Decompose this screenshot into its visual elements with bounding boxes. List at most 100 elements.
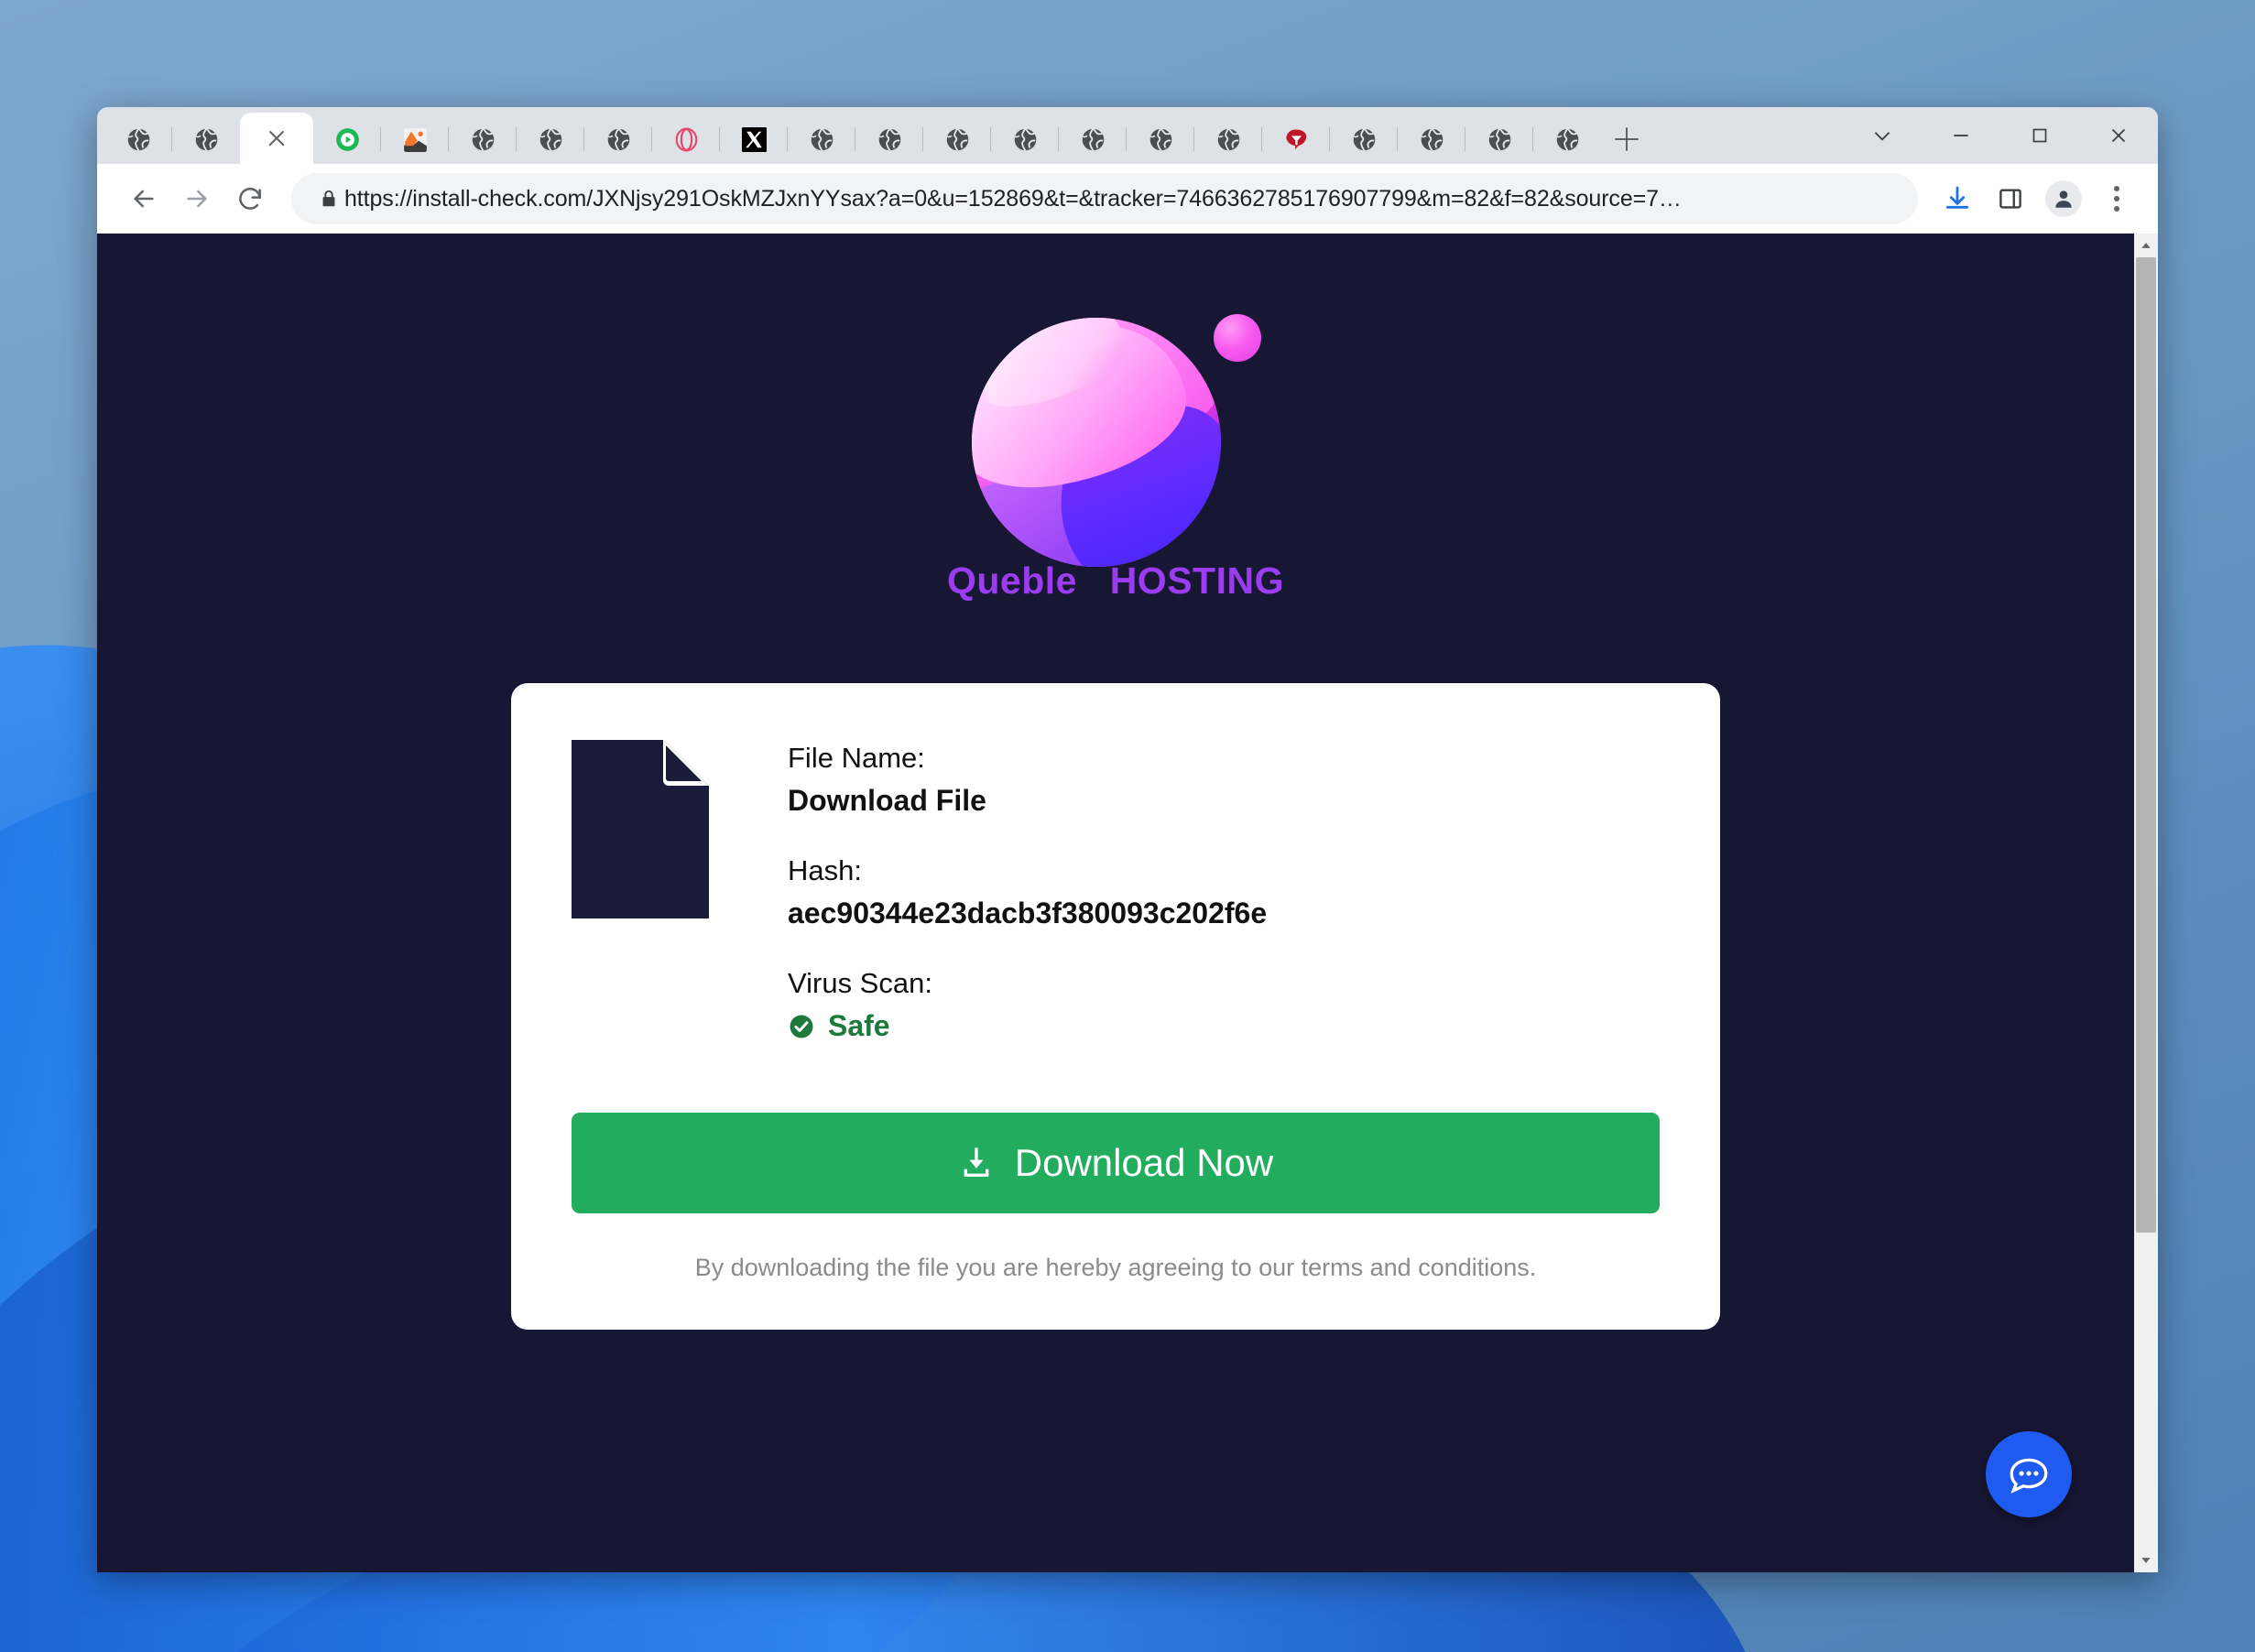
globe-icon (607, 127, 629, 151)
tab-media[interactable] (313, 114, 381, 164)
browser-window: https://install-check.com/JXNjsy291OskMZ… (97, 107, 2158, 1572)
close-window-button[interactable] (2079, 107, 2158, 164)
tab-active[interactable] (240, 113, 313, 164)
play-circle-icon (335, 127, 359, 151)
opera-ring-icon (675, 127, 697, 151)
downloads-button[interactable] (1931, 172, 1984, 225)
tab-globe-6[interactable] (788, 114, 855, 164)
lock-glyph (322, 190, 335, 207)
window-controls (1843, 107, 2158, 164)
globe-icon (1488, 127, 1510, 151)
close-tab-icon[interactable] (265, 126, 289, 150)
minimize-button[interactable] (1922, 107, 2000, 164)
forward-arrow-icon (187, 190, 207, 208)
globe-icon (946, 127, 968, 151)
maximize-button[interactable] (2000, 107, 2079, 164)
tab-globe-11[interactable] (1127, 114, 1194, 164)
chevron-up-icon (2141, 243, 2151, 248)
reload-button[interactable] (223, 172, 277, 225)
avatar (2045, 180, 2082, 217)
globe-icon (1082, 127, 1104, 151)
tab-strip (97, 107, 2158, 164)
tab-globe-7[interactable] (855, 114, 923, 164)
browser-toolbar: https://install-check.com/JXNjsy291OskMZ… (97, 164, 2158, 234)
scroll-up-button[interactable] (2134, 234, 2158, 257)
globe-icon (1421, 127, 1443, 151)
file-details: File Name: Download File Hash: aec90344e… (788, 740, 1660, 1043)
scrollbar-thumb[interactable] (2136, 257, 2156, 1233)
download-now-button[interactable]: Download Now (572, 1113, 1660, 1213)
scrollbar-track[interactable] (2134, 257, 2158, 1549)
status-badge: Safe (788, 1009, 1660, 1043)
tab-globe-5[interactable] (584, 114, 652, 164)
chat-widget-button[interactable] (1986, 1431, 2072, 1517)
globe-icon (1217, 127, 1239, 151)
hash-value: aec90344e23dacb3f380093c202f6e (788, 897, 1268, 929)
hash-label: Hash: (788, 854, 862, 886)
minimize-icon (1954, 135, 1968, 136)
url-text: https://install-check.com/JXNjsy291OskMZ… (344, 185, 1682, 212)
globe-icon (811, 127, 833, 151)
reload-icon (239, 188, 261, 210)
file-glyph (572, 740, 709, 918)
back-button[interactable] (117, 172, 170, 225)
download-card: File Name: Download File Hash: aec90344e… (511, 683, 1720, 1330)
chevron-down-icon (1874, 132, 1890, 141)
browser-menu-button[interactable] (2090, 172, 2143, 225)
tab-x[interactable] (720, 114, 788, 164)
globe-icon (878, 127, 900, 151)
tab-globe-16[interactable] (1533, 114, 1601, 164)
tab-globe-13[interactable] (1330, 114, 1398, 164)
tab-globe-3[interactable] (449, 114, 517, 164)
close-icon (2111, 128, 2126, 143)
download-now-label: Download Now (1014, 1141, 1274, 1184)
globe-icon (127, 127, 149, 151)
scroll-down-button[interactable] (2134, 1549, 2158, 1572)
red-shield-icon (1285, 128, 1306, 149)
download-icon (1945, 186, 1969, 209)
globe-icon (1149, 127, 1171, 151)
tab-search-button[interactable] (1843, 107, 1922, 164)
image-icon (403, 127, 427, 152)
chevron-down-icon (2141, 1558, 2151, 1563)
virus-scan-label: Virus Scan: (788, 967, 932, 999)
address-bar[interactable]: https://install-check.com/JXNjsy291OskMZ… (291, 173, 1918, 224)
file-name-value: Download File (788, 784, 986, 817)
desktop-wallpaper: https://install-check.com/JXNjsy291OskMZ… (0, 0, 2255, 1652)
lock-icon (313, 189, 344, 209)
forward-button[interactable] (170, 172, 223, 225)
tab-globe-12[interactable] (1194, 114, 1262, 164)
virus-scan-status: Safe (828, 1009, 890, 1042)
tab-globe-15[interactable] (1465, 114, 1533, 164)
tab-shield[interactable] (1262, 114, 1330, 164)
tab-globe-10[interactable] (1059, 114, 1127, 164)
logo-dot-icon (1214, 314, 1261, 362)
chat-bubble-icon (2010, 1458, 2048, 1494)
globe-icon (1014, 127, 1036, 151)
back-arrow-icon (134, 190, 154, 208)
tab-image[interactable] (381, 114, 449, 164)
tab-opera[interactable] (652, 114, 720, 164)
tab-globe-8[interactable] (923, 114, 991, 164)
file-document-icon (572, 740, 709, 918)
tab-globe-2[interactable] (172, 114, 240, 164)
page-scrollbar[interactable] (2134, 234, 2158, 1572)
x-logo-icon (741, 126, 767, 152)
side-panel-icon (1999, 189, 2021, 209)
queble-logo (964, 299, 1267, 567)
globe-icon (1556, 127, 1578, 151)
tab-globe-4[interactable] (517, 114, 584, 164)
side-panel-button[interactable] (1984, 172, 2037, 225)
new-tab-button[interactable] (1601, 114, 1652, 164)
check-circle-icon (790, 1015, 813, 1038)
tab-globe-14[interactable] (1398, 114, 1465, 164)
download-icon (964, 1147, 989, 1177)
tab-globe-1[interactable] (104, 114, 172, 164)
profile-button[interactable] (2037, 172, 2090, 225)
kebab-menu-icon (2114, 186, 2119, 212)
profile-avatar-icon (2055, 190, 2072, 208)
page-viewport: Queble HOSTING File Name: Download File … (97, 234, 2158, 1572)
tab-globe-9[interactable] (991, 114, 1059, 164)
file-name-label: File Name: (788, 742, 925, 774)
globe-icon (1353, 127, 1375, 151)
